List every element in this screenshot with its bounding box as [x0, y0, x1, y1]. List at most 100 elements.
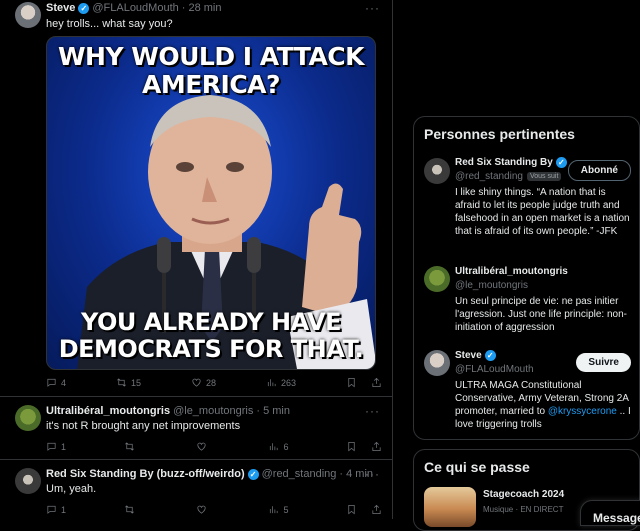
repost-count: 15: [130, 377, 141, 388]
reply-count: 1: [61, 441, 67, 452]
heart-icon: [197, 505, 206, 514]
reply-icon: [47, 442, 56, 451]
repost-icon: [117, 378, 126, 387]
post-image[interactable]: WHY WOULD I ATTACK AMERICA? YOU ALREADY …: [46, 36, 376, 370]
meme-bottom-text: YOU ALREADY HAVE DEMOCRATS FOR THAT.: [58, 308, 364, 363]
verified-badge-icon: ✓: [247, 468, 259, 480]
reply-button[interactable]: 1: [46, 504, 66, 515]
post[interactable]: Red Six Standing By (buzz-off/weirdo) ✓ …: [0, 460, 392, 519]
avatar[interactable]: [424, 350, 450, 376]
avatar[interactable]: [424, 158, 450, 184]
avatar[interactable]: [15, 2, 41, 28]
person-handle-text[interactable]: @red_standing: [455, 171, 523, 182]
reply-button[interactable]: 1: [46, 441, 66, 452]
share-icon: [372, 377, 381, 387]
views-count: 5: [283, 504, 289, 515]
panel-title: Personnes pertinentes: [424, 126, 575, 142]
post-time[interactable]: · 28 min: [182, 2, 222, 14]
post-text: hey trolls... what say you?: [46, 18, 173, 30]
reply-icon: [47, 378, 56, 387]
post-time[interactable]: · 5 min: [256, 405, 290, 417]
more-options-icon[interactable]: ···: [365, 404, 380, 418]
share-icon: [372, 441, 381, 451]
person-bio: I like shiny things. “A nation that is a…: [455, 187, 630, 237]
post-actions: 1 6: [46, 441, 382, 452]
avatar[interactable]: [424, 266, 450, 292]
person-name[interactable]: Ultralibéral_moutongris: [455, 266, 568, 277]
post-text: it's not R brought any net improvements: [46, 420, 241, 432]
person-name-text[interactable]: Red Six Standing By: [455, 157, 553, 168]
bar-chart-icon: [267, 379, 276, 387]
bookmark-button[interactable]: [346, 377, 357, 388]
follows-you-badge: Vous suit: [526, 172, 562, 181]
verified-badge-icon: ✓: [555, 157, 567, 168]
avatar[interactable]: [15, 468, 41, 494]
person-name[interactable]: Steve ✓: [455, 350, 496, 361]
person-handle: @le_moutongris: [455, 280, 528, 291]
author-name[interactable]: Ultralibéral_moutongris: [46, 405, 170, 417]
author-handle[interactable]: @red_standing: [262, 468, 337, 480]
author-name[interactable]: Red Six Standing By (buzz-off/weirdo): [46, 468, 245, 480]
person-name[interactable]: Red Six Standing By ✓: [455, 157, 567, 168]
bookmark-icon: [348, 442, 355, 452]
repost-icon: [124, 505, 134, 514]
share-button[interactable]: [371, 504, 382, 515]
person-handle-text[interactable]: @le_moutongris: [455, 280, 528, 291]
repost-icon: [124, 442, 134, 451]
bookmark-button[interactable]: [346, 441, 357, 452]
repost-button[interactable]: [124, 504, 139, 515]
following-button[interactable]: Abonné: [567, 160, 631, 181]
share-button[interactable]: [371, 377, 382, 388]
post-header: Steve ✓ @FLALoudMouth · 28 min: [46, 2, 222, 14]
bar-chart-icon: [270, 506, 279, 514]
panel-title: Ce qui se passe: [424, 459, 530, 475]
like-button[interactable]: 28: [191, 377, 216, 388]
repost-button[interactable]: 15: [116, 377, 141, 388]
messages-drawer[interactable]: Message: [580, 500, 640, 526]
like-count: 28: [205, 377, 216, 388]
views-button[interactable]: 263: [266, 377, 296, 388]
reply-button[interactable]: 4: [46, 377, 66, 388]
follow-button[interactable]: Suivre: [576, 353, 631, 372]
like-button[interactable]: [196, 504, 211, 515]
like-button[interactable]: [196, 441, 211, 452]
person-handle: @red_standing Vous suit: [455, 171, 562, 182]
bio-mention-link[interactable]: @kryssycerone: [548, 406, 617, 417]
person-handle-text[interactable]: @FLALoudMouth: [455, 364, 534, 375]
more-options-icon[interactable]: ···: [365, 1, 380, 15]
post[interactable]: Steve ✓ @FLALoudMouth · 28 min ··· hey t…: [0, 0, 392, 397]
verified-badge-icon: ✓: [484, 350, 496, 361]
author-handle[interactable]: @FLALoudMouth: [92, 2, 178, 14]
person-bio: Un seul principe de vie: ne pas initier …: [455, 296, 628, 333]
bookmark-button[interactable]: [346, 504, 357, 515]
share-icon: [372, 504, 381, 514]
share-button[interactable]: [371, 441, 382, 452]
views-count: 263: [280, 377, 296, 388]
avatar[interactable]: [15, 405, 41, 431]
timeline-column: Steve ✓ @FLALoudMouth · 28 min ··· hey t…: [0, 0, 393, 519]
bar-chart-icon: [270, 443, 279, 451]
author-name[interactable]: Steve: [46, 2, 75, 14]
post-text: Um, yeah.: [46, 483, 97, 495]
post-actions: 4 15 28 263: [46, 377, 382, 388]
post-actions: 1 5: [46, 504, 382, 515]
messages-label[interactable]: Message: [593, 511, 640, 525]
bookmark-icon: [348, 378, 355, 388]
views-button[interactable]: 5: [268, 504, 288, 515]
person-name-text[interactable]: Steve: [455, 350, 482, 361]
views-button[interactable]: 6: [268, 441, 288, 452]
post-header: Red Six Standing By (buzz-off/weirdo) ✓ …: [46, 468, 373, 480]
heart-icon: [197, 442, 206, 451]
repost-button[interactable]: [124, 441, 139, 452]
post-header: Ultralibéral_moutongris @le_moutongris ·…: [46, 405, 290, 417]
views-count: 6: [283, 441, 289, 452]
trend-title[interactable]: Stagecoach 2024: [483, 489, 564, 500]
reply-count: 4: [61, 377, 67, 388]
post[interactable]: Ultralibéral_moutongris @le_moutongris ·…: [0, 397, 392, 460]
trend-thumbnail[interactable]: [424, 487, 476, 527]
verified-badge-icon: ✓: [78, 2, 90, 14]
meme-top-text: WHY WOULD I ATTACK AMERICA?: [57, 42, 365, 99]
person-name-text[interactable]: Ultralibéral_moutongris: [455, 266, 568, 277]
author-handle[interactable]: @le_moutongris: [173, 405, 253, 417]
more-options-icon[interactable]: ···: [365, 467, 380, 481]
